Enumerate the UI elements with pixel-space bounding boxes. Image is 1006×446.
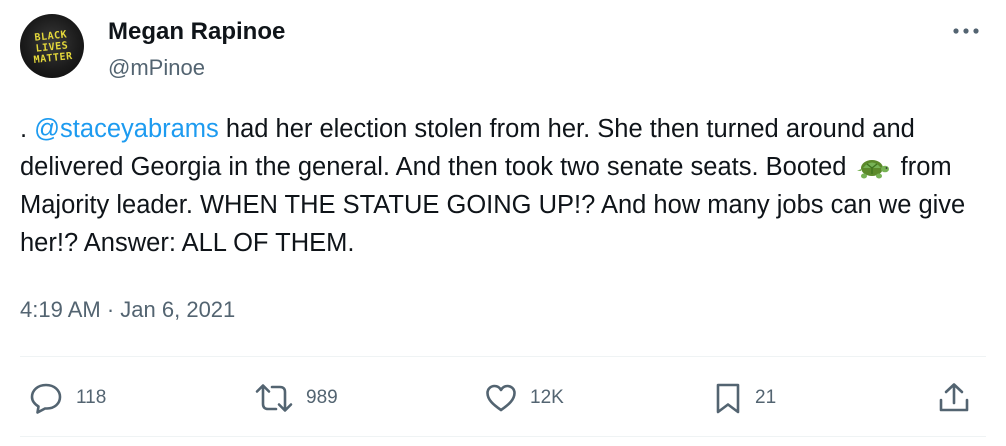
heart-icon	[486, 384, 516, 412]
like-button[interactable]: 12K	[484, 380, 564, 416]
turtle-emoji-icon	[856, 160, 889, 179]
timestamp: 4:19 AM · Jan 6, 2021	[20, 297, 235, 323]
reply-icon	[30, 383, 62, 414]
tweet-date[interactable]: Jan 6, 2021	[120, 297, 235, 322]
tweet-text-prefix: .	[20, 115, 35, 143]
author-name[interactable]: Megan Rapinoe	[108, 18, 285, 46]
retweet-icon	[255, 384, 293, 412]
more-options-button[interactable]	[948, 16, 984, 46]
more-icon	[953, 28, 979, 34]
share-button[interactable]	[936, 380, 972, 416]
like-count: 12K	[530, 387, 564, 408]
timestamp-separator: ·	[106, 297, 115, 322]
bookmark-count: 21	[755, 387, 777, 408]
divider-top	[20, 356, 986, 357]
mention-link[interactable]: @staceyabrams	[34, 115, 219, 143]
action-bar: 118 989 12K 21	[0, 372, 1006, 424]
tweet-text: . @staceyabrams had her election stolen …	[20, 110, 980, 262]
retweet-count: 989	[306, 387, 338, 408]
tweet-card: BLACK LIVES MATTER Megan Rapinoe @mPinoe…	[0, 0, 1006, 446]
share-icon	[939, 383, 969, 412]
avatar-text: BLACK LIVES MATTER	[33, 29, 74, 66]
avatar[interactable]: BLACK LIVES MATTER	[20, 14, 84, 78]
retweet-button[interactable]: 989	[254, 380, 338, 416]
bookmark-icon	[716, 383, 740, 414]
divider-bottom	[20, 436, 986, 437]
tweet-time[interactable]: 4:19 AM	[20, 297, 101, 322]
bookmark-button[interactable]: 21	[713, 380, 776, 416]
reply-count: 118	[76, 387, 107, 408]
author-handle[interactable]: @mPinoe	[108, 55, 205, 81]
reply-button[interactable]: 118	[28, 380, 106, 416]
